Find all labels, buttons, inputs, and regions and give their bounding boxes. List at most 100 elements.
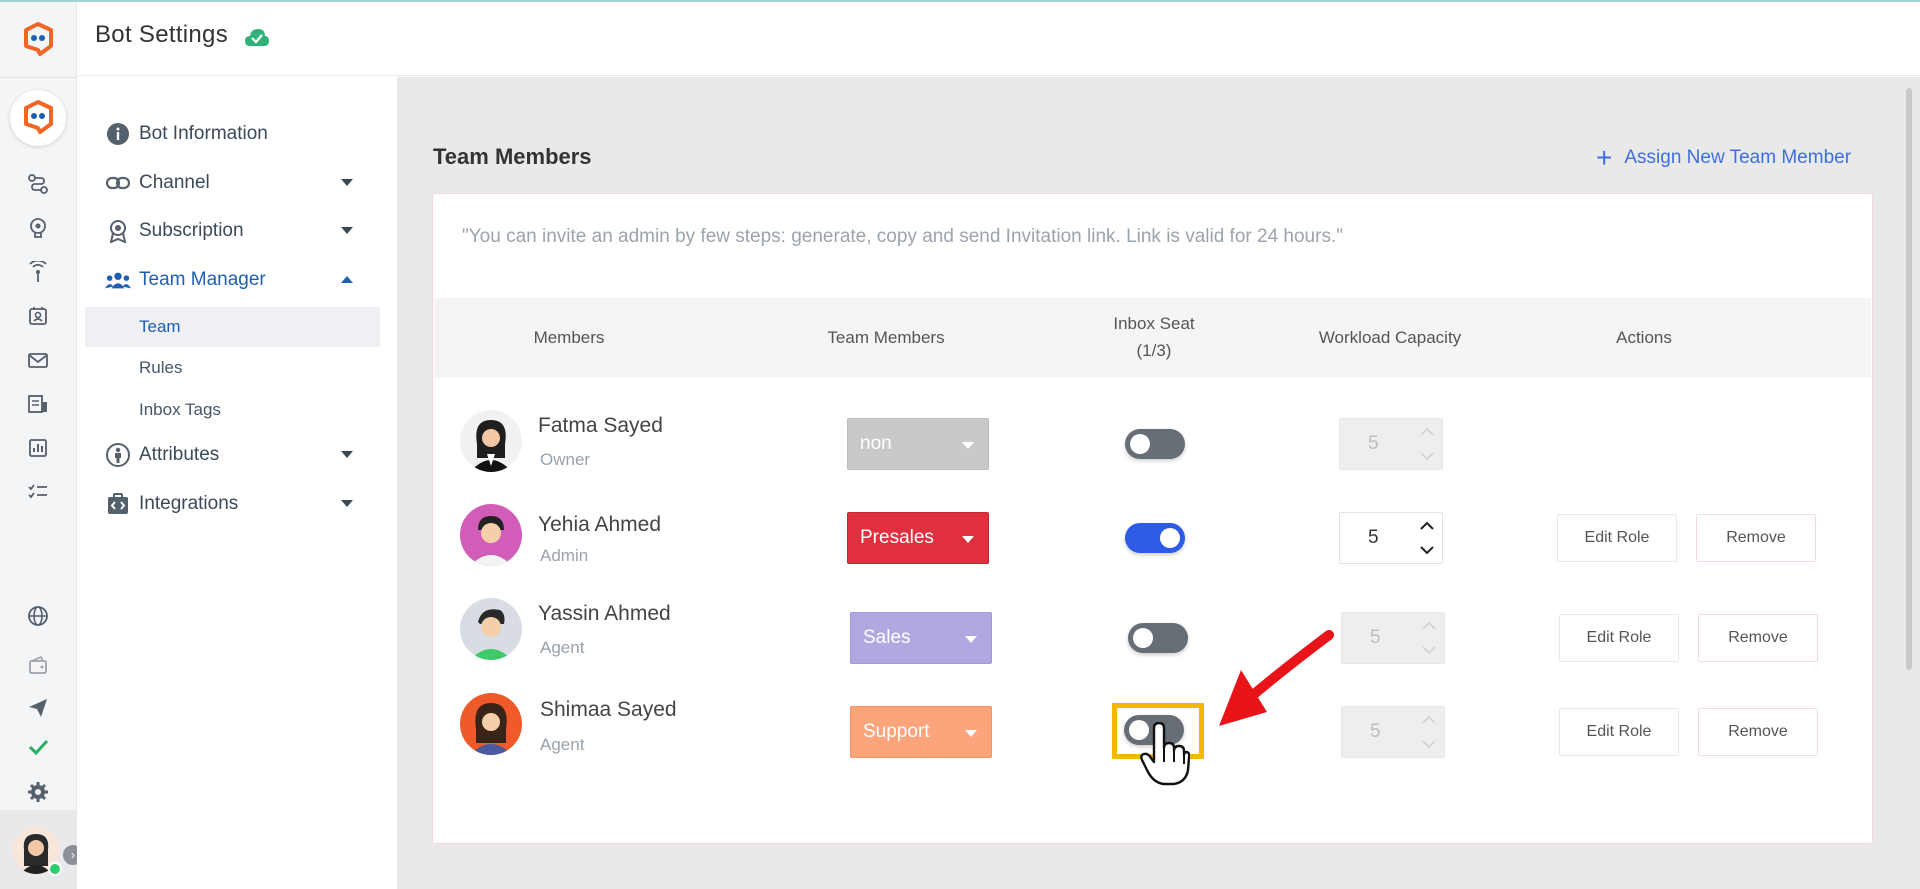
assign-label: Assign New Team Member (1624, 147, 1852, 168)
red-arrow-icon (1205, 630, 1335, 735)
forms-icon[interactable] (26, 392, 50, 416)
edit-role-button[interactable]: Edit Role (1559, 708, 1679, 756)
settings-sidebar: Bot Information Channel Subscription Tea… (77, 77, 397, 889)
capacity-value: 5 (1370, 627, 1381, 648)
remove-button[interactable]: Remove (1696, 514, 1816, 562)
person-icon (105, 442, 131, 468)
broadcast-icon[interactable] (26, 260, 50, 284)
info-icon (105, 121, 131, 147)
nav-label: Subscription (139, 220, 244, 241)
chevron-down-icon[interactable] (1422, 737, 1436, 751)
chevron-down-icon[interactable] (1420, 543, 1434, 557)
chevron-up-icon[interactable] (1420, 425, 1434, 439)
plus-icon: + (1596, 142, 1613, 173)
nav-label: Bot Information (139, 123, 268, 144)
table-header: Members Team Members Inbox Seat (1/3) Wo… (434, 298, 1871, 378)
team-value: non (860, 433, 892, 454)
avatar (460, 598, 522, 660)
chevron-down-icon (341, 227, 353, 234)
member-role: Agent (540, 638, 585, 657)
nav-label: Integrations (139, 493, 239, 514)
chevron-up-icon[interactable] (1422, 713, 1436, 727)
subnav-rules[interactable]: Rules (85, 348, 380, 388)
team-value: Presales (860, 527, 934, 548)
nav-label: Team Manager (139, 269, 266, 290)
header-inbox-seat-label: Inbox Seat (1113, 314, 1195, 333)
capacity-stepper[interactable]: 5 (1339, 512, 1443, 564)
chevron-down-icon (962, 442, 974, 449)
member-name: Fatma Sayed (538, 414, 663, 437)
capacity-stepper[interactable]: 5 (1341, 612, 1445, 664)
tasks-icon[interactable] (26, 480, 50, 504)
table-row: Yehia Ahmed Admin Presales 5 Edit Role R… (434, 498, 1871, 578)
section-title: Team Members (433, 144, 592, 169)
chevron-down-icon[interactable] (1422, 643, 1436, 657)
page-title: Bot Settings (95, 21, 229, 48)
mail-icon[interactable] (26, 348, 50, 372)
nav-team-manager[interactable]: Team Manager (105, 264, 365, 296)
team-dropdown[interactable]: non (847, 418, 989, 470)
team-dropdown[interactable]: Sales (850, 612, 992, 664)
bulb-icon[interactable] (26, 216, 50, 240)
award-icon (105, 218, 131, 244)
chevron-up-icon (341, 276, 353, 283)
header-members: Members (533, 328, 605, 347)
chevron-down-icon (962, 536, 974, 543)
nav-label: Attributes (139, 444, 220, 465)
chevron-up-icon[interactable] (1422, 619, 1436, 633)
remove-button[interactable]: Remove (1698, 614, 1818, 662)
edit-role-button[interactable]: Edit Role (1559, 614, 1679, 662)
chevron-down-icon (965, 730, 977, 737)
avatar (460, 504, 522, 566)
header-actions: Actions (1616, 328, 1672, 347)
subnav-team[interactable]: Team (85, 307, 380, 347)
brand-logo-icon[interactable] (18, 20, 58, 60)
chevron-up-icon[interactable] (1420, 519, 1434, 533)
pointer-hand-icon (1140, 721, 1191, 786)
nav-attributes[interactable]: Attributes (105, 439, 365, 471)
table-row: Fatma Sayed Owner non 5 (434, 404, 1871, 484)
capacity-stepper[interactable]: 5 (1341, 706, 1445, 758)
capacity-value: 5 (1368, 433, 1379, 454)
member-role: Owner (540, 450, 591, 469)
team-dropdown[interactable]: Support (850, 706, 992, 758)
assign-new-member-link[interactable]: + Assign New Team Member (1596, 144, 1851, 172)
online-status-dot (48, 862, 62, 876)
nav-bot-information[interactable]: Bot Information (105, 118, 365, 150)
header-inbox-seat: Inbox Seat (1/3) (1084, 310, 1224, 364)
inbox-seat-toggle[interactable] (1125, 429, 1185, 459)
nav-label: Channel (139, 172, 210, 193)
icon-rail (0, 2, 77, 889)
chevron-down-icon (965, 636, 977, 643)
avatar (460, 693, 522, 755)
team-value: Support (863, 721, 930, 742)
subnav-inbox-tags[interactable]: Inbox Tags (85, 390, 380, 430)
edit-role-button[interactable]: Edit Role (1557, 514, 1677, 562)
remove-button[interactable]: Remove (1698, 708, 1818, 756)
flow-icon[interactable] (26, 172, 50, 196)
member-role: Admin (540, 546, 589, 565)
inbox-seat-toggle[interactable] (1125, 523, 1185, 553)
analytics-icon[interactable] (26, 436, 50, 460)
nav-subscription[interactable]: Subscription (105, 215, 365, 247)
inbox-seat-toggle[interactable] (1128, 623, 1188, 653)
chevron-down-icon (341, 500, 353, 507)
contacts-icon[interactable] (26, 304, 50, 328)
capacity-stepper[interactable]: 5 (1339, 418, 1443, 470)
gear-icon[interactable] (26, 780, 50, 804)
send-icon[interactable] (26, 696, 50, 720)
scrollbar[interactable] (1906, 88, 1912, 670)
link-icon (105, 170, 131, 196)
nav-channel[interactable]: Channel (105, 167, 365, 199)
header-workload: Workload Capacity (1318, 328, 1462, 347)
check-icon[interactable] (26, 735, 50, 759)
wallet-icon[interactable] (26, 653, 50, 677)
chevron-down-icon (341, 179, 353, 186)
bot-avatar[interactable] (10, 90, 66, 146)
globe-icon[interactable] (26, 604, 50, 628)
nav-integrations[interactable]: Integrations (105, 488, 365, 520)
chevron-down-icon[interactable] (1420, 449, 1434, 463)
integrations-icon (105, 491, 131, 517)
member-role: Agent (540, 735, 585, 754)
team-dropdown[interactable]: Presales (847, 512, 989, 564)
